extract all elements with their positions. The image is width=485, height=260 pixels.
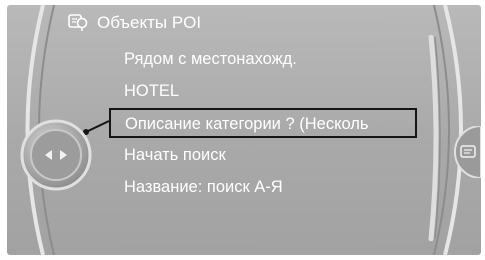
poi-map-icon bbox=[68, 14, 88, 31]
menu-item-category-description[interactable]: Описание категории ? (Несколь bbox=[109, 108, 417, 138]
screen-header: Объекты POI bbox=[67, 11, 201, 35]
page-title: Объекты POI bbox=[97, 13, 202, 32]
controller-knob-icon[interactable] bbox=[19, 118, 93, 192]
navigation-screen: Объекты POI Рядом с местонахожд. HOTEL О… bbox=[7, 5, 481, 255]
menu-item-hotel[interactable]: HOTEL bbox=[124, 77, 179, 105]
side-options-icon[interactable] bbox=[450, 126, 481, 178]
menu-item-nearby[interactable]: Рядом с местонахожд. bbox=[124, 45, 297, 73]
menu-item-start-search[interactable]: Начать поиск bbox=[124, 141, 226, 169]
menu-item-name-search[interactable]: Название: поиск А-Я bbox=[124, 173, 283, 201]
scrollbar[interactable] bbox=[425, 35, 443, 241]
